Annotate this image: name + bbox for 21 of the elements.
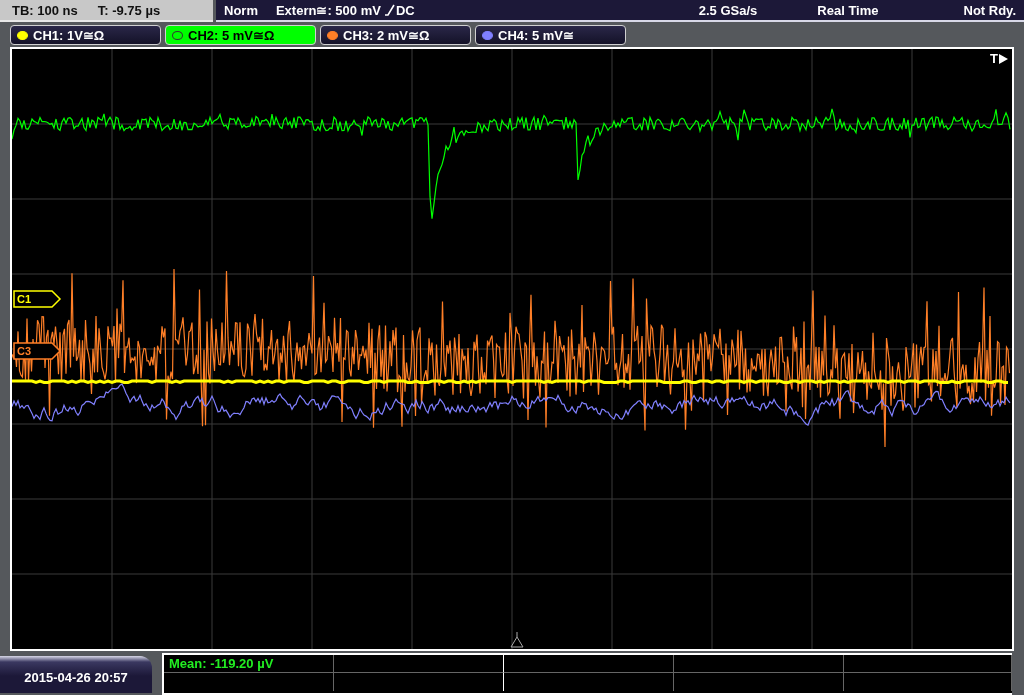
- timebase-text: TB: 100 ns: [12, 2, 78, 18]
- trigger-arrow-icon: [999, 54, 1008, 64]
- trigger-coupling-text: DC: [395, 2, 415, 18]
- acquisition-mode-text: Real Time: [817, 2, 879, 18]
- channel-marker: C1: [13, 290, 62, 308]
- channel-tab[interactable]: CH2: 5 mV≅Ω: [165, 25, 316, 45]
- trigger-time-text: T: -9.75 µs: [97, 2, 161, 18]
- channel-marker: C3: [13, 342, 62, 360]
- trigger-label: T: [990, 51, 998, 66]
- rising-edge-icon: [383, 3, 396, 17]
- measurement-value: Mean: -119.20 µV: [169, 656, 274, 671]
- date-time-text: 2015-04-26 20:57: [24, 670, 128, 685]
- timebase-panel[interactable]: TB: 100 ns T: -9.75 µs: [0, 0, 213, 22]
- trigger-position-icon: [510, 631, 524, 648]
- status-text: Not Rdy.: [963, 2, 1016, 18]
- trigger-source-text: Extern≅: 500 mV: [275, 2, 381, 18]
- channel-tab[interactable]: CH4: 5 mV≅: [475, 25, 626, 45]
- channel-tab[interactable]: CH3: 2 mV≅Ω: [320, 25, 471, 45]
- trigger-mode-text: Norm: [224, 2, 258, 18]
- channel-tab[interactable]: CH1: 1V≅Ω: [10, 25, 161, 45]
- sample-rate-text: 2.5 GSa/s: [698, 2, 758, 18]
